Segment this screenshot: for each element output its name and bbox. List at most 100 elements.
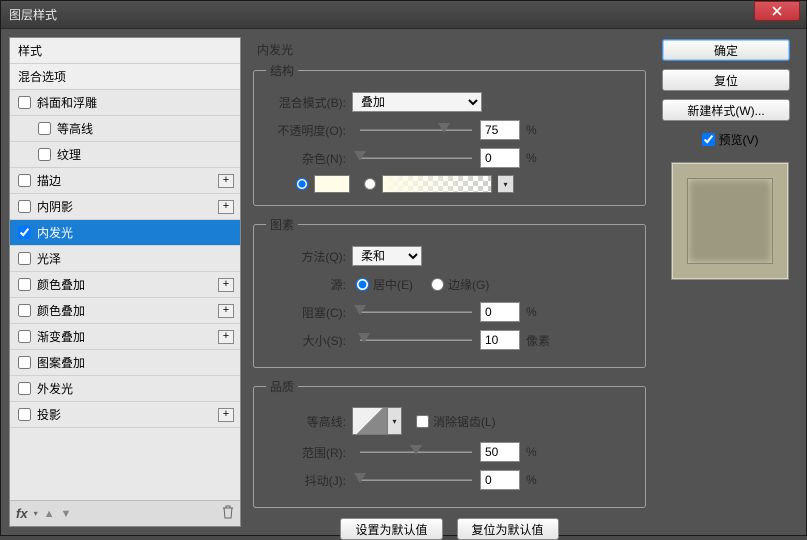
choke-slider[interactable] [360,303,472,321]
effect-item[interactable]: 光泽 [10,246,240,272]
blending-options-header[interactable]: 混合选项 [10,64,240,90]
effect-checkbox[interactable] [38,122,51,135]
effect-label: 斜面和浮雕 [37,94,97,111]
choke-label: 阻塞(C): [266,304,352,321]
quality-group: 品质 等高线: ▾ 消除锯齿(L) 范围(R): % 抖动(J): [253,378,646,508]
add-effect-button[interactable]: + [218,174,234,188]
contour-label: 等高线: [266,413,352,430]
cancel-button[interactable]: 复位 [662,69,790,91]
add-effect-button[interactable]: + [218,278,234,292]
effect-item[interactable]: 投影+ [10,402,240,428]
effect-checkbox[interactable] [18,200,31,213]
add-effect-button[interactable]: + [218,304,234,318]
opacity-input[interactable] [480,120,520,140]
new-style-button[interactable]: 新建样式(W)... [662,99,790,121]
effect-label: 等高线 [57,120,93,137]
effect-checkbox[interactable] [18,304,31,317]
effect-checkbox[interactable] [18,252,31,265]
move-down-icon[interactable]: ▼ [60,508,71,520]
add-effect-button[interactable]: + [218,330,234,344]
add-effect-button[interactable]: + [218,408,234,422]
size-slider[interactable] [360,331,472,349]
effect-item[interactable]: 颜色叠加 + [10,298,240,324]
close-button[interactable] [754,1,800,21]
effect-checkbox[interactable] [18,96,31,109]
preview-checkbox[interactable] [702,133,715,146]
noise-input[interactable] [480,148,520,168]
size-label: 大小(S): [266,332,352,349]
effect-checkbox[interactable] [38,148,51,161]
effect-label: 图案叠加 [37,354,85,371]
ok-button[interactable]: 确定 [662,39,790,61]
preview-inner [688,179,772,263]
color-solid-radio[interactable] [296,178,308,190]
effect-item[interactable]: 纹理 [10,142,240,168]
titlebar[interactable]: 图层样式 [1,1,806,29]
add-effect-button[interactable]: + [218,200,234,214]
range-input[interactable] [480,442,520,462]
effect-item[interactable]: 颜色叠加 + [10,272,240,298]
jitter-label: 抖动(J): [266,472,352,489]
effect-label: 描边 [37,172,61,189]
effect-checkbox[interactable] [18,408,31,421]
move-up-icon[interactable]: ▲ [44,508,55,520]
effect-checkbox[interactable] [18,174,31,187]
size-input[interactable] [480,330,520,350]
structure-legend: 结构 [266,62,298,79]
settings-panel: 内发光 结构 混合模式(B): 叠加 不透明度(O): % 杂色(N): [249,37,654,527]
action-panel: 确定 复位 新建样式(W)... 预览(V) [662,37,798,527]
make-default-button[interactable]: 设置为默认值 [340,518,442,540]
effect-checkbox[interactable] [18,226,31,239]
jitter-input[interactable] [480,470,520,490]
gradient-swatch[interactable] [382,175,492,193]
range-label: 范围(R): [266,444,352,461]
effect-item[interactable]: 描边 + [10,168,240,194]
choke-input[interactable] [480,302,520,322]
technique-select[interactable]: 柔和 [352,246,422,266]
effect-item[interactable]: 内阴影+ [10,194,240,220]
effect-item[interactable]: 内发光 [10,220,240,246]
color-gradient-radio[interactable] [364,178,376,190]
effect-checkbox[interactable] [18,382,31,395]
noise-slider[interactable] [360,149,472,167]
preview-thumbnail [671,162,789,280]
elements-legend: 图素 [266,216,298,233]
contour-dropdown[interactable]: ▾ [388,407,402,435]
effect-checkbox[interactable] [18,278,31,291]
effect-item[interactable]: 图案叠加 [10,350,240,376]
opacity-label: 不透明度(O): [266,122,352,139]
effect-item[interactable]: 等高线 [10,116,240,142]
quality-legend: 品质 [266,378,298,395]
range-slider[interactable] [360,443,472,461]
chevron-down-icon[interactable]: ▾ [34,509,38,518]
contour-picker[interactable] [352,407,388,435]
jitter-slider[interactable] [360,471,472,489]
source-edge-radio[interactable] [431,278,444,291]
color-swatch[interactable] [314,175,350,193]
styles-header[interactable]: 样式 [10,38,240,64]
panel-title: 内发光 [253,41,646,58]
source-center-radio[interactable] [356,278,369,291]
effect-item[interactable]: 斜面和浮雕 [10,90,240,116]
effect-item[interactable]: 渐变叠加+ [10,324,240,350]
noise-label: 杂色(N): [266,150,352,167]
close-icon [772,6,782,16]
opacity-slider[interactable] [360,121,472,139]
effect-label: 外发光 [37,380,73,397]
elements-group: 图素 方法(Q): 柔和 源: 居中(E) 边缘(G) 阻塞(C): % [253,216,646,368]
effect-checkbox[interactable] [18,330,31,343]
antialias-checkbox[interactable] [416,415,429,428]
effect-item[interactable]: 外发光 [10,376,240,402]
reset-default-button[interactable]: 复位为默认值 [457,518,559,540]
effect-label: 颜色叠加 [37,276,85,293]
effect-label: 颜色叠加 [37,302,85,319]
effects-list: 样式 混合选项 斜面和浮雕等高线纹理描边+内阴影+内发光光泽颜色叠加+颜色叠加+… [10,38,240,500]
fx-menu-icon[interactable]: fx [16,506,28,521]
effect-checkbox[interactable] [18,356,31,369]
source-label: 源: [266,276,352,293]
effect-label: 内发光 [37,224,73,241]
trash-icon[interactable] [222,505,234,522]
preview-toggle[interactable]: 预览(V) [662,131,798,148]
blend-mode-select[interactable]: 叠加 [352,92,482,112]
gradient-dropdown[interactable]: ▾ [498,175,514,193]
